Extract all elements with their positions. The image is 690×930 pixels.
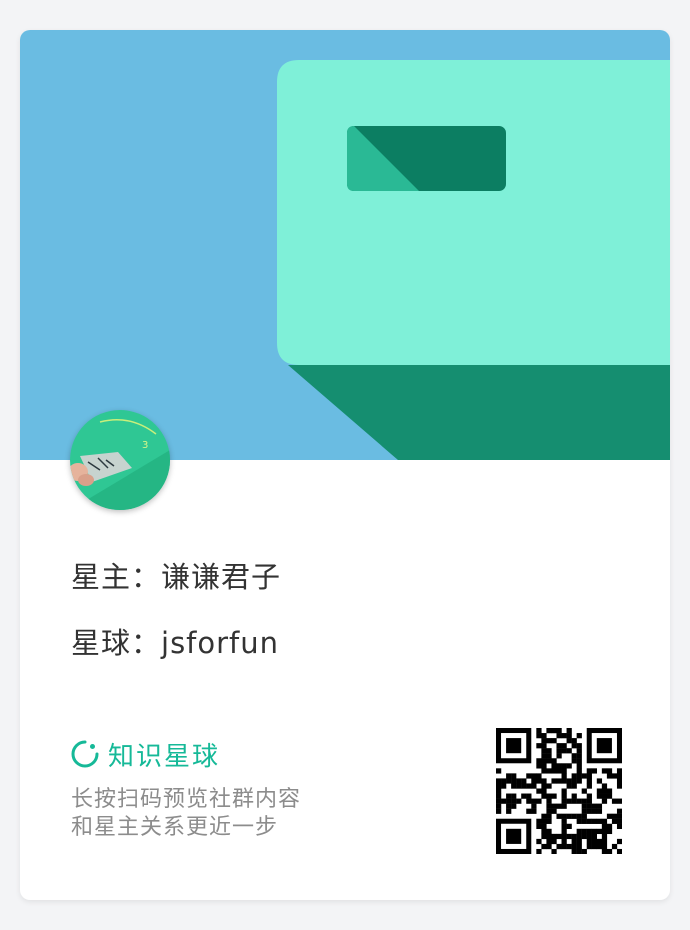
planet-name: jsforfun <box>161 626 280 660</box>
owner-avatar: 3 <box>70 410 170 510</box>
share-card: 3 星主：谦谦君子 星球：jsforfun 知识星球 长按扫码预览社群内容 和星… <box>20 30 670 900</box>
planet-logo-icon <box>71 740 99 768</box>
brand-row: 知识星球 <box>70 736 220 772</box>
tagline-line-2: 和星主关系更近一步 <box>71 815 279 840</box>
planet-row: 星球：jsforfun <box>71 620 279 662</box>
owner-name: 谦谦君子 <box>161 560 282 594</box>
tagline-line-1: 长按扫码预览社群内容 <box>71 787 302 812</box>
owner-row: 星主：谦谦君子 <box>71 554 281 596</box>
qr-code[interactable] <box>496 728 622 854</box>
svg-text:3: 3 <box>142 440 148 451</box>
scan-tagline: 长按扫码预览社群内容 和星主关系更近一步 <box>71 786 301 842</box>
planet-label: 星球： <box>71 626 162 660</box>
owner-label: 星主： <box>71 560 162 594</box>
cover-banner <box>20 30 670 460</box>
brand-name: 知识星球 <box>108 741 221 772</box>
cover-illustration <box>20 30 670 460</box>
